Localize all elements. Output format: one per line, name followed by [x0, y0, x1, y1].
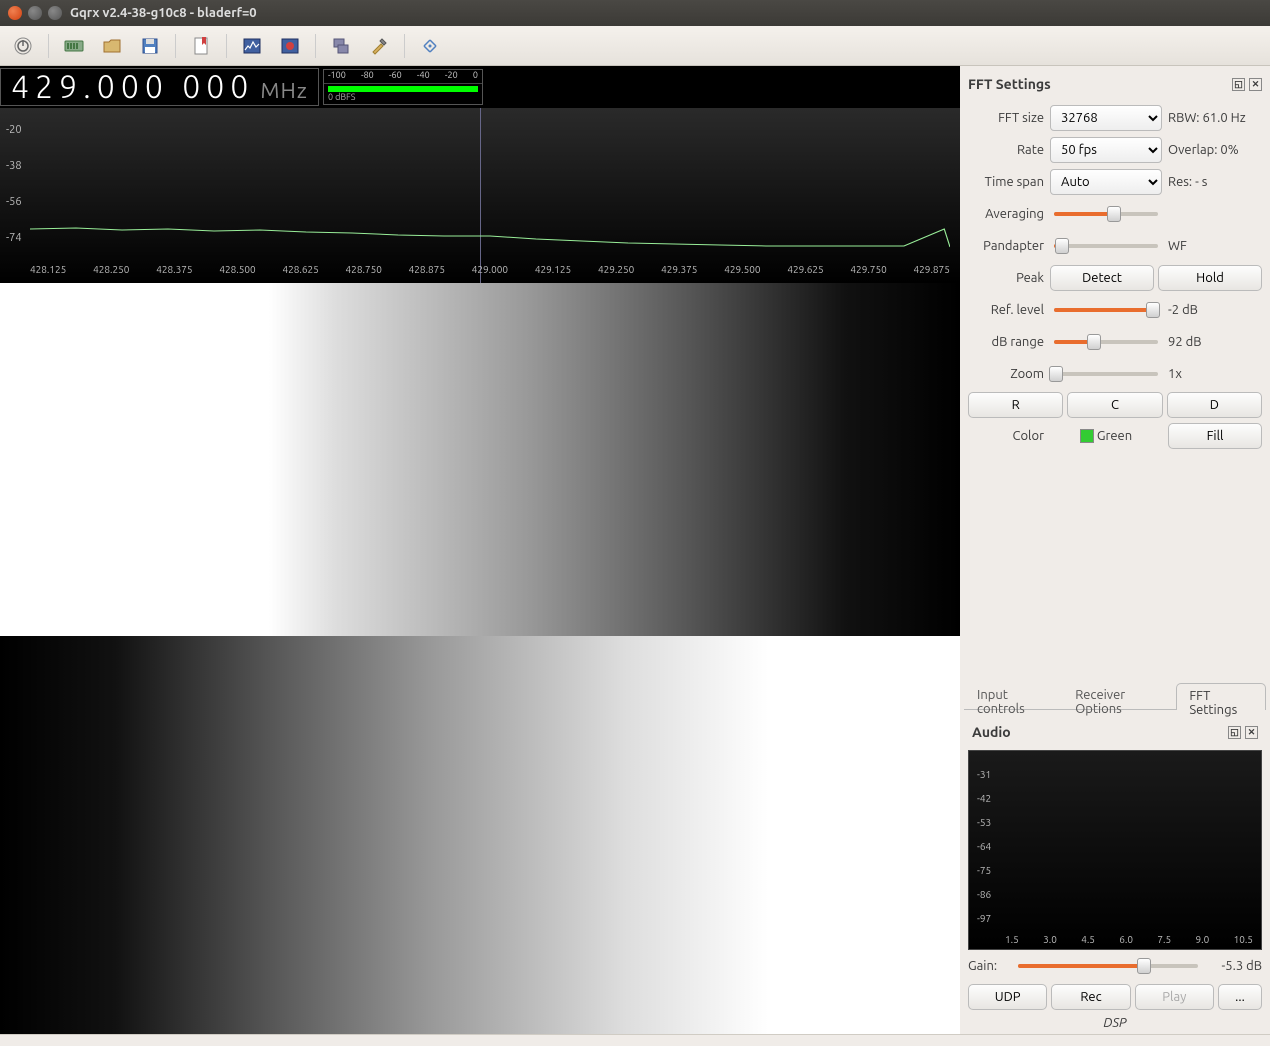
server-button[interactable]	[324, 31, 358, 61]
tab-input-controls[interactable]: Input controls	[964, 682, 1062, 709]
hold-button[interactable]: Hold	[1158, 265, 1262, 291]
udp-button[interactable]: UDP	[968, 984, 1047, 1010]
tools-button[interactable]	[362, 31, 396, 61]
iq-record-button[interactable]	[273, 31, 307, 61]
demod-button[interactable]: D	[1167, 392, 1262, 418]
gain-label: Gain:	[968, 959, 1008, 973]
play-button[interactable]: Play	[1135, 984, 1214, 1010]
zoom-slider[interactable]	[1054, 372, 1158, 376]
more-button[interactable]: ...	[1218, 984, 1262, 1010]
audio-title: Audio	[972, 724, 1011, 740]
reset-button[interactable]: R	[968, 392, 1063, 418]
color-swatch-icon	[1080, 429, 1094, 443]
open-button[interactable]	[95, 31, 129, 61]
center-line	[480, 108, 481, 283]
titlebar: Gqrx v2.4-38-g10c8 - bladerf=0	[0, 0, 1270, 26]
device-button[interactable]	[57, 31, 91, 61]
timespan-select[interactable]: Auto	[1050, 169, 1162, 195]
res-value: Res: - s	[1168, 175, 1262, 189]
frequency-unit: MHz	[260, 78, 308, 103]
timespan-label: Time span	[968, 175, 1044, 189]
zoom-label: Zoom	[968, 367, 1044, 381]
gain-slider[interactable]	[1018, 964, 1198, 968]
save-button[interactable]	[133, 31, 167, 61]
audio-spectrum[interactable]: -31 -42 -53 -64 -75 -86 -97 1.53.04.56.0…	[968, 750, 1262, 950]
reflevel-value: -2 dB	[1168, 303, 1262, 317]
pandapter-slider[interactable]	[1054, 244, 1158, 248]
window-title: Gqrx v2.4-38-g10c8 - bladerf=0	[70, 6, 257, 20]
main-display: 429.000 000 MHz -100-80-60-40-200 0 dBFS…	[0, 66, 960, 1034]
tab-fft-settings[interactable]: FFT Settings	[1176, 683, 1266, 710]
dbrange-label: dB range	[968, 335, 1044, 349]
color-label: Color	[968, 429, 1044, 443]
smeter-readout: 0 dBFS	[324, 92, 482, 102]
power-button[interactable]	[6, 31, 40, 61]
dbrange-slider[interactable]	[1054, 340, 1158, 344]
fullscreen-button[interactable]	[413, 31, 447, 61]
spectrum-trace	[30, 235, 950, 237]
audio-panel: Audio ◱ ✕ -31 -42 -53 -64 -75 -86 -97 1.5…	[964, 718, 1266, 1034]
fill-button[interactable]: Fill	[1168, 423, 1262, 449]
averaging-slider[interactable]	[1054, 212, 1158, 216]
color-value: Green	[1050, 429, 1162, 444]
undock-icon[interactable]: ◱	[1232, 78, 1245, 91]
rate-select[interactable]: 50 fps	[1050, 137, 1162, 163]
fft-size-label: FFT size	[968, 111, 1044, 125]
close-audio-icon[interactable]: ✕	[1245, 726, 1258, 739]
center-button[interactable]: C	[1067, 392, 1162, 418]
bookmark-button[interactable]	[184, 31, 218, 61]
detect-button[interactable]: Detect	[1050, 265, 1154, 291]
zoom-value: 1x	[1168, 367, 1262, 381]
rbw-value: RBW: 61.0 Hz	[1168, 111, 1262, 125]
fft-panel-header: FFT Settings ◱✕	[964, 70, 1266, 102]
peak-label: Peak	[968, 271, 1044, 285]
panel-tabs: Input controls Receiver Options FFT Sett…	[964, 682, 1266, 710]
tab-receiver-options[interactable]: Receiver Options	[1062, 682, 1176, 709]
spectrum-plot[interactable]: -20 -38 -56 -74 428.125428.250428.375428…	[0, 108, 960, 283]
signal-meter: -100-80-60-40-200 0 dBFS	[323, 69, 483, 105]
frequency-display[interactable]: 429.000 000 MHz	[0, 68, 319, 106]
frequency-digits[interactable]: 429.000 000	[11, 69, 254, 105]
averaging-label: Averaging	[968, 207, 1044, 221]
right-sidebar: FFT Settings ◱ ✕ FFT size 32768 RBW: 61.0…	[960, 66, 1270, 1034]
toolbar	[0, 26, 1270, 66]
undock-audio-icon[interactable]: ◱	[1228, 726, 1241, 739]
reflevel-slider[interactable]	[1054, 308, 1158, 312]
statusbar	[0, 1034, 1270, 1046]
rate-label: Rate	[968, 143, 1044, 157]
reflevel-label: Ref. level	[968, 303, 1044, 317]
minimize-icon[interactable]	[28, 6, 42, 20]
close-panel-icon[interactable]: ✕	[1249, 78, 1262, 91]
close-icon[interactable]	[8, 6, 22, 20]
spectrum-x-axis: 428.125428.250428.375428.500428.625428.7…	[30, 264, 950, 275]
gain-value: -5.3 dB	[1208, 959, 1262, 973]
waterfall-display[interactable]	[0, 283, 960, 1034]
dsp-label: DSP	[968, 1012, 1262, 1034]
dbrange-value: 92 dB	[1168, 335, 1262, 349]
fft-button[interactable]	[235, 31, 269, 61]
overlap-value: Overlap: 0%	[1168, 143, 1262, 157]
pandapter-label: Pandapter	[968, 239, 1044, 253]
rec-button[interactable]: Rec	[1051, 984, 1130, 1010]
maximize-icon[interactable]	[48, 6, 62, 20]
fft-size-select[interactable]: 32768	[1050, 105, 1162, 131]
